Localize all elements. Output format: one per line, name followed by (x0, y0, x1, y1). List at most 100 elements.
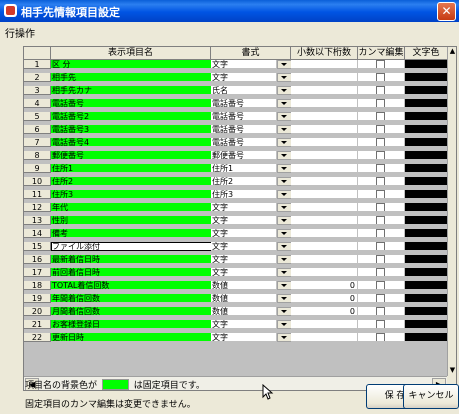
format-cell[interactable]: 文字 (211, 73, 277, 82)
comma-checkbox[interactable] (376, 307, 385, 315)
table-row[interactable]: 21 お客様登録日 文字 (24, 320, 456, 329)
text-color-cell[interactable] (405, 216, 448, 225)
format-cell[interactable]: 文字 (211, 333, 277, 342)
format-dropdown-icon[interactable] (277, 281, 292, 290)
format-cell[interactable]: 電話番号 (211, 99, 277, 108)
table-row[interactable]: 18 TOTAL着信回数 数値 0 (24, 281, 456, 290)
comma-checkbox[interactable] (376, 177, 385, 185)
table-row[interactable]: 10 住所2 住所2 (24, 177, 456, 186)
decimals-cell[interactable] (291, 99, 358, 108)
comma-checkbox[interactable] (376, 125, 385, 133)
text-color-cell[interactable] (405, 151, 448, 160)
format-cell[interactable]: 住所2 (211, 177, 277, 186)
table-row[interactable]: 8 郵便番号 郵便番号 (24, 151, 456, 160)
text-color-cell[interactable] (405, 60, 448, 69)
table-row[interactable]: 19 年間着信回数 数値 0 (24, 294, 456, 303)
text-color-cell[interactable] (405, 73, 448, 82)
table-row[interactable]: 7 電話番号4 電話番号 (24, 138, 456, 147)
text-color-cell[interactable] (405, 268, 448, 277)
format-cell[interactable]: 数値 (211, 307, 277, 316)
table-row[interactable]: 4 電話番号 電話番号 (24, 99, 456, 108)
text-color-cell[interactable] (405, 255, 448, 264)
comma-checkbox[interactable] (376, 216, 385, 224)
decimals-cell[interactable] (291, 177, 358, 186)
format-cell[interactable]: 住所1 (211, 164, 277, 173)
table-row[interactable]: 16 最新着信日時 文字 (24, 255, 456, 264)
format-dropdown-icon[interactable] (277, 203, 292, 212)
text-color-cell[interactable] (405, 164, 448, 173)
decimals-cell[interactable] (291, 60, 358, 69)
display-name-cell[interactable]: 前回着信日時 (51, 268, 212, 277)
text-color-cell[interactable] (405, 320, 448, 329)
display-name-cell[interactable]: 住所1 (51, 164, 212, 173)
comma-checkbox[interactable] (376, 151, 385, 159)
decimals-cell[interactable] (291, 229, 358, 238)
comma-checkbox[interactable] (376, 138, 385, 146)
comma-checkbox[interactable] (376, 268, 385, 276)
text-color-cell[interactable] (405, 294, 448, 303)
decimals-cell[interactable] (291, 86, 358, 95)
decimals-cell[interactable] (291, 255, 358, 264)
format-dropdown-icon[interactable] (277, 151, 292, 160)
display-name-cell[interactable]: 年間着信回数 (51, 294, 212, 303)
format-dropdown-icon[interactable] (277, 307, 292, 316)
format-cell[interactable]: 文字 (211, 203, 277, 212)
table-row[interactable]: 9 住所1 住所1 (24, 164, 456, 173)
table-row[interactable]: 1区 分文字 (24, 60, 456, 69)
table-row[interactable]: 17 前回着信日時 文字 (24, 268, 456, 277)
format-dropdown-icon[interactable] (277, 294, 292, 303)
header-format[interactable]: 書式 (211, 47, 291, 60)
comma-checkbox[interactable] (376, 164, 385, 172)
format-dropdown-icon[interactable] (277, 86, 292, 95)
decimals-cell[interactable] (291, 164, 358, 173)
format-cell[interactable]: 電話番号 (211, 112, 277, 121)
display-name-cell[interactable]: 備考 (51, 229, 212, 238)
decimals-cell[interactable] (291, 268, 358, 277)
format-cell[interactable]: 文字 (211, 60, 277, 69)
decimals-cell[interactable] (291, 125, 358, 134)
vertical-scrollbar[interactable]: ▲ ▼ (447, 47, 456, 376)
format-cell[interactable]: 文字 (211, 216, 277, 225)
format-cell[interactable]: 電話番号 (211, 138, 277, 147)
format-dropdown-icon[interactable] (277, 177, 292, 186)
format-cell[interactable]: 数値 (211, 281, 277, 290)
header-decimals[interactable]: 小数以下桁数 (291, 47, 358, 60)
comma-checkbox[interactable] (376, 203, 385, 211)
format-cell[interactable]: 郵便番号 (211, 151, 277, 160)
scroll-up-arrow-icon[interactable]: ▲ (448, 47, 456, 56)
decimals-cell[interactable] (291, 112, 358, 121)
display-name-cell[interactable]: 住所2 (51, 177, 212, 186)
display-name-cell[interactable]: 更新日時 (51, 333, 212, 342)
format-dropdown-icon[interactable] (277, 190, 292, 199)
display-name-cell[interactable]: 年代 (51, 203, 212, 212)
comma-checkbox[interactable] (376, 281, 385, 289)
display-name-cell[interactable]: 郵便番号 (51, 151, 212, 160)
comma-checkbox[interactable] (376, 255, 385, 263)
table-row[interactable]: 15 ファイル添付 文字 (24, 242, 456, 251)
text-color-cell[interactable] (405, 307, 448, 316)
format-dropdown-icon[interactable] (277, 229, 292, 238)
text-color-cell[interactable] (405, 177, 448, 186)
comma-checkbox[interactable] (376, 86, 385, 94)
display-name-cell[interactable]: 性別 (51, 216, 212, 225)
display-name-cell[interactable]: 区 分 (51, 60, 212, 69)
display-name-cell[interactable]: お客様登録日 (51, 320, 212, 329)
format-cell[interactable]: 文字 (211, 268, 277, 277)
table-row[interactable]: 20 月間着信回数 数値 0 (24, 307, 456, 316)
display-name-cell[interactable]: 相手先 (51, 73, 212, 82)
decimals-cell[interactable] (291, 190, 358, 199)
close-button[interactable]: ✕ (437, 2, 456, 21)
table-row[interactable]: 13 性別 文字 (24, 216, 456, 225)
header-comma[interactable]: カンマ編集 (358, 47, 405, 60)
comma-checkbox[interactable] (376, 294, 385, 302)
table-row[interactable]: 2 相手先 文字 (24, 73, 456, 82)
comma-checkbox[interactable] (376, 242, 385, 250)
format-cell[interactable]: 文字 (211, 242, 277, 251)
format-dropdown-icon[interactable] (277, 268, 292, 277)
display-name-cell[interactable]: 電話番号3 (51, 125, 212, 134)
decimals-cell[interactable] (291, 216, 358, 225)
display-name-cell[interactable]: 電話番号2 (51, 112, 212, 121)
menu-item-row-operations[interactable]: 行操作 (5, 25, 35, 40)
items-grid[interactable]: 表示項目名 書式 小数以下桁数 カンマ編集 文字色 1区 分文字 2 相手先 文字 3 相… (23, 46, 457, 391)
format-cell[interactable]: 文字 (211, 229, 277, 238)
